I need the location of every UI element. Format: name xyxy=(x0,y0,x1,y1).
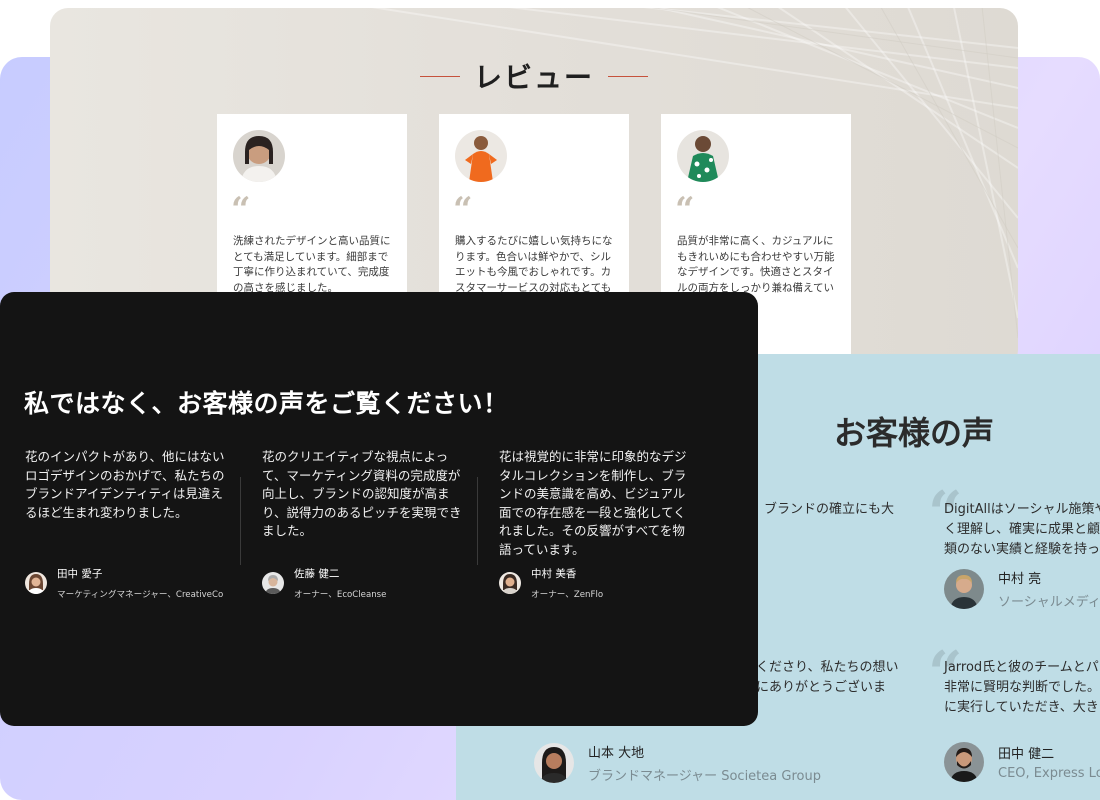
testimonial-author: 中村 亮 ソーシャルメディ xyxy=(944,568,1100,610)
woman-orange-dress-portrait-icon xyxy=(455,130,507,182)
author-role: オーナー、ZenFlo xyxy=(531,590,604,600)
woman-portrait-icon xyxy=(25,572,47,594)
testimonial-line: く理解し、確実に成果と顧 xyxy=(944,522,1100,537)
author-name: 山本 大地 xyxy=(588,746,645,761)
heading-rule-right xyxy=(608,75,648,77)
author-name: 田中 健二 xyxy=(998,747,1055,762)
author-role: ブランドマネージャー Societea Group xyxy=(588,769,821,784)
testimonial-line: くださり、私たちの想い xyxy=(756,660,899,675)
quote-mark-icon: “ xyxy=(453,190,473,230)
woman-portrait-icon xyxy=(499,572,521,594)
woman-portrait-icon xyxy=(233,130,285,182)
testimonial-author: 中村 美香 オーナー、ZenFlo xyxy=(499,566,603,600)
testimonial-column: 花のクリエイティブな視点によって、マーケティング資料の完成度が向上し、ブランドの… xyxy=(262,448,462,600)
heading-rule-left xyxy=(419,75,460,77)
column-divider xyxy=(240,477,241,565)
testimonial-text: ブランドの確立にも大 xyxy=(764,500,894,520)
testimonial-line: Jarrod氏と彼のチームとパ xyxy=(944,660,1099,675)
review-text: 購入するたびに嬉しい気持ちになります。色合いは鮮やかで、シルエットも今風でおしゃ… xyxy=(455,235,613,294)
testimonial-line: 類のない実績と経験を持っ xyxy=(944,542,1100,557)
review-text: 洗練されたデザインと高い品質にとても満足しています。細部まで丁寧に作り込まれてい… xyxy=(233,235,391,294)
voices-title: お客様の声 xyxy=(834,414,995,452)
author-name: 中村 亮 xyxy=(998,572,1042,587)
testimonial-column: 花は視覚的に非常に印象的なデジタルコレクションを制作し、ブランドの美意識を高め、… xyxy=(499,448,689,600)
author-role: マーケティングマネージャー、CreativeCo xyxy=(57,590,224,600)
woman-green-dress-portrait-icon xyxy=(677,130,729,182)
testimonial-author: 田中 愛子 マーケティングマネージャー、CreativeCo xyxy=(25,566,223,600)
testimonial-text: 花のクリエイティブな視点によって、マーケティング資料の完成度が向上し、ブランドの… xyxy=(262,449,462,539)
testimonial-line: DigitAllはソーシャル施策や xyxy=(944,502,1100,517)
testimonial-text: 花のインパクトがあり、他にはないロゴデザインのおかげで、私たちのブランドアイデン… xyxy=(25,449,225,520)
author-role: ソーシャルメディ xyxy=(998,595,1100,610)
author-role: CEO, Express Log xyxy=(998,766,1100,781)
woman-portrait-icon xyxy=(534,743,574,783)
testimonial-line: に実行していただき、大き xyxy=(944,700,1099,715)
quote-mark-icon: “ xyxy=(231,190,251,230)
testimonial-text: DigitAllはソーシャル施策や く理解し、確実に成果と顧 類のない実績と経験… xyxy=(944,500,1100,560)
quote-mark-icon: “ xyxy=(675,190,695,230)
testimonial-text: くださり、私たちの想い にありがとうございま xyxy=(756,658,898,698)
testimonial-line: 非常に賢明な判断でした。 xyxy=(944,680,1100,695)
column-divider xyxy=(477,477,478,565)
review-title: レビュー xyxy=(473,61,594,94)
testimonial-author: 田中 健二 CEO, Express Log xyxy=(944,742,1100,782)
testimonial-line: ブランドの確立にも大 xyxy=(764,502,895,517)
review-heading: レビュー xyxy=(419,56,648,96)
testimonial-column: 花のインパクトがあり、他にはないロゴデザインのおかげで、私たちのブランドアイデン… xyxy=(25,448,225,600)
testimonial-text: Jarrod氏と彼のチームとパ 非常に賢明な判断でした。 に実行していただき、大… xyxy=(944,658,1100,718)
review-text: 品質が非常に高く、カジュアルにもきれいめにも合わせやすい万能なデザインです。快適… xyxy=(677,235,835,294)
author-role: オーナー、EcoCleanse xyxy=(294,590,387,600)
man-portrait-icon xyxy=(944,569,984,609)
testimonial-text: 花は視覚的に非常に印象的なデジタルコレクションを制作し、ブランドの美意識を高め、… xyxy=(499,449,687,557)
man-beard-portrait-icon xyxy=(944,742,984,782)
testimonial-line: にありがとうございま xyxy=(756,680,887,695)
man-gray-hair-portrait-icon xyxy=(262,572,284,594)
testimonial-author: 佐藤 健二 オーナー、EcoCleanse xyxy=(262,566,386,600)
author-name: 田中 愛子 xyxy=(57,568,103,580)
author-name: 中村 美香 xyxy=(531,568,577,580)
dark-panel-title: 私ではなく、お客様の声をご覧ください！ xyxy=(24,389,509,418)
author-name: 佐藤 健二 xyxy=(294,568,340,580)
dark-testimonial-panel: 私ではなく、お客様の声をご覧ください！ 花のインパクトがあり、他にはないロゴデザ… xyxy=(0,292,758,726)
testimonial-author: 山本 大地 ブランドマネージャー Societea Group xyxy=(534,742,821,784)
